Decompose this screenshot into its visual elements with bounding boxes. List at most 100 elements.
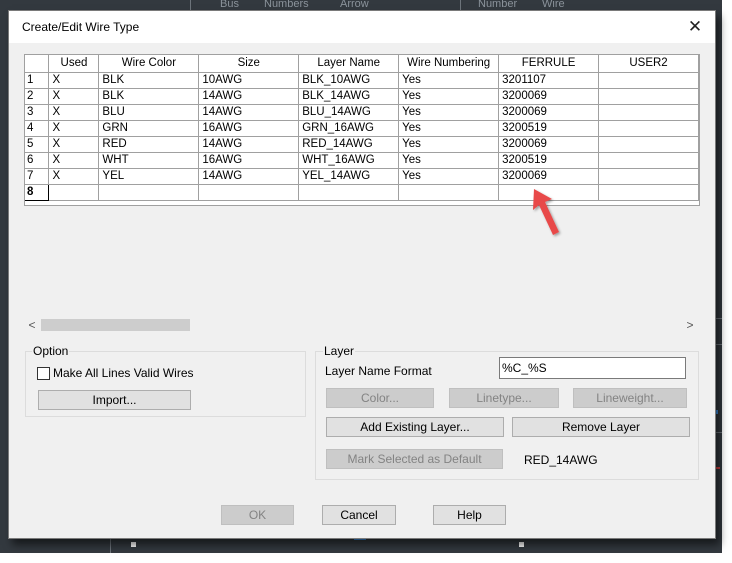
wire-numbering-cell[interactable]: Yes — [398, 136, 500, 153]
horizontal-scrollbar[interactable]: < > — [24, 317, 698, 333]
bg-grip — [519, 542, 524, 547]
table-row[interactable]: 1 X BLK 10AWG BLK_10AWG Yes 3201107 — [25, 72, 699, 89]
scroll-thumb[interactable] — [41, 319, 190, 331]
size-cell[interactable]: 10AWG — [198, 72, 300, 89]
wire-color-cell[interactable]: WHT — [98, 152, 200, 169]
title-bar[interactable]: Create/Edit Wire Type ✕ — [9, 11, 715, 43]
cancel-button[interactable]: Cancel — [322, 505, 396, 525]
scroll-right-button[interactable]: > — [682, 317, 698, 333]
ferrule-cell[interactable]: 3200519 — [498, 152, 600, 169]
layer-name-cell[interactable]: GRN_16AWG — [298, 120, 400, 137]
add-existing-layer-button[interactable]: Add Existing Layer... — [326, 417, 504, 437]
row-number[interactable]: 7 — [25, 168, 50, 185]
wire-color-cell[interactable]: GRN — [98, 120, 200, 137]
ferrule-cell[interactable]: 3200069 — [498, 136, 600, 153]
ferrule-cell[interactable]: 3200069 — [498, 168, 600, 185]
size-cell[interactable]: 14AWG — [198, 136, 300, 153]
column-header-used[interactable]: Used — [48, 55, 100, 73]
size-cell[interactable]: 16AWG — [198, 120, 300, 137]
layer-name-format-input[interactable]: %C_%S — [499, 357, 686, 379]
row-number[interactable]: 2 — [25, 88, 50, 105]
size-cell[interactable]: 16AWG — [198, 152, 300, 169]
column-header-user2[interactable]: USER2 — [598, 55, 699, 73]
user2-cell[interactable] — [598, 104, 699, 121]
used-cell[interactable]: X — [48, 88, 100, 105]
wire-color-cell[interactable]: BLK — [98, 72, 200, 89]
wire-color-cell[interactable]: BLK — [98, 88, 200, 105]
wire-type-grid[interactable]: Used Wire Color Size Layer Name Wire Num… — [24, 54, 700, 206]
size-cell[interactable] — [198, 184, 300, 201]
column-header-ferrule[interactable]: FERRULE — [498, 55, 600, 73]
layer-name-cell[interactable] — [298, 184, 400, 201]
ferrule-cell[interactable]: 3201107 — [498, 72, 600, 89]
size-cell[interactable]: 14AWG — [198, 168, 300, 185]
row-number[interactable]: 6 — [25, 152, 50, 169]
used-cell[interactable]: X — [48, 152, 100, 169]
table-row[interactable]: 7 X YEL 14AWG YEL_14AWG Yes 3200069 — [25, 168, 699, 185]
layer-name-cell[interactable]: BLK_14AWG — [298, 88, 400, 105]
table-row[interactable]: 3 X BLU 14AWG BLU_14AWG Yes 3200069 — [25, 104, 699, 121]
used-cell[interactable] — [48, 184, 100, 201]
table-row[interactable]: 2 X BLK 14AWG BLK_14AWG Yes 3200069 — [25, 88, 699, 105]
lineweight-button[interactable]: Lineweight... — [573, 388, 687, 408]
used-cell[interactable]: X — [48, 120, 100, 137]
bg-grip — [131, 542, 136, 547]
ferrule-cell[interactable]: 3200519 — [498, 120, 600, 137]
column-header-layer-name[interactable]: Layer Name — [298, 55, 400, 73]
size-cell[interactable]: 14AWG — [198, 88, 300, 105]
remove-layer-button[interactable]: Remove Layer — [512, 417, 690, 437]
size-cell[interactable]: 14AWG — [198, 104, 300, 121]
ferrule-cell[interactable]: 3200069 — [498, 88, 600, 105]
user2-cell[interactable] — [598, 88, 699, 105]
table-row[interactable]: 4 X GRN 16AWG GRN_16AWG Yes 3200519 — [25, 120, 699, 137]
row-number[interactable]: 1 — [25, 72, 50, 89]
row-number[interactable]: 3 — [25, 104, 50, 121]
layer-name-cell[interactable]: RED_14AWG — [298, 136, 400, 153]
column-header-wire-numbering[interactable]: Wire Numbering — [398, 55, 500, 73]
user2-cell[interactable] — [598, 136, 699, 153]
layer-name-cell[interactable]: YEL_14AWG — [298, 168, 400, 185]
used-cell[interactable]: X — [48, 168, 100, 185]
used-cell[interactable]: X — [48, 104, 100, 121]
wire-color-cell[interactable]: YEL — [98, 168, 200, 185]
row-number[interactable]: 5 — [25, 136, 50, 153]
layer-name-cell[interactable]: BLK_10AWG — [298, 72, 400, 89]
layer-name-cell[interactable]: WHT_16AWG — [298, 152, 400, 169]
ferrule-cell[interactable]: 3200069 — [498, 104, 600, 121]
help-button[interactable]: Help — [433, 505, 506, 525]
wire-color-cell[interactable] — [98, 184, 200, 201]
close-button[interactable]: ✕ — [683, 15, 707, 39]
mark-selected-default-button[interactable]: Mark Selected as Default — [326, 449, 503, 469]
wire-numbering-cell[interactable] — [398, 184, 500, 201]
user2-cell[interactable] — [598, 72, 699, 89]
layer-name-cell[interactable]: BLU_14AWG — [298, 104, 400, 121]
column-header-wire-color[interactable]: Wire Color — [98, 55, 200, 73]
wire-numbering-cell[interactable]: Yes — [398, 104, 500, 121]
used-cell[interactable]: X — [48, 72, 100, 89]
user2-cell[interactable] — [598, 120, 699, 137]
used-cell[interactable]: X — [48, 136, 100, 153]
ok-button[interactable]: OK — [221, 505, 294, 525]
wire-color-cell[interactable]: BLU — [98, 104, 200, 121]
wire-color-cell[interactable]: RED — [98, 136, 200, 153]
table-row[interactable]: 6 X WHT 16AWG WHT_16AWG Yes 3200519 — [25, 152, 699, 169]
grid-corner[interactable] — [25, 55, 50, 73]
table-row[interactable]: 5 X RED 14AWG RED_14AWG Yes 3200069 — [25, 136, 699, 153]
user2-cell[interactable] — [598, 184, 699, 201]
row-number[interactable]: 4 — [25, 120, 50, 137]
user2-cell[interactable] — [598, 152, 699, 169]
wire-numbering-cell[interactable]: Yes — [398, 120, 500, 137]
wire-numbering-cell[interactable]: Yes — [398, 72, 500, 89]
wire-numbering-cell[interactable]: Yes — [398, 168, 500, 185]
user2-cell[interactable] — [598, 168, 699, 185]
make-all-lines-checkbox[interactable] — [37, 367, 50, 380]
wire-numbering-cell[interactable]: Yes — [398, 152, 500, 169]
scroll-left-button[interactable]: < — [24, 317, 40, 333]
row-number[interactable]: 8 — [25, 184, 50, 201]
table-row[interactable]: 8 — [25, 184, 699, 201]
linetype-button[interactable]: Linetype... — [449, 388, 559, 408]
column-header-size[interactable]: Size — [198, 55, 300, 73]
wire-numbering-cell[interactable]: Yes — [398, 88, 500, 105]
import-button[interactable]: Import... — [38, 390, 191, 410]
color-button[interactable]: Color... — [326, 388, 434, 408]
